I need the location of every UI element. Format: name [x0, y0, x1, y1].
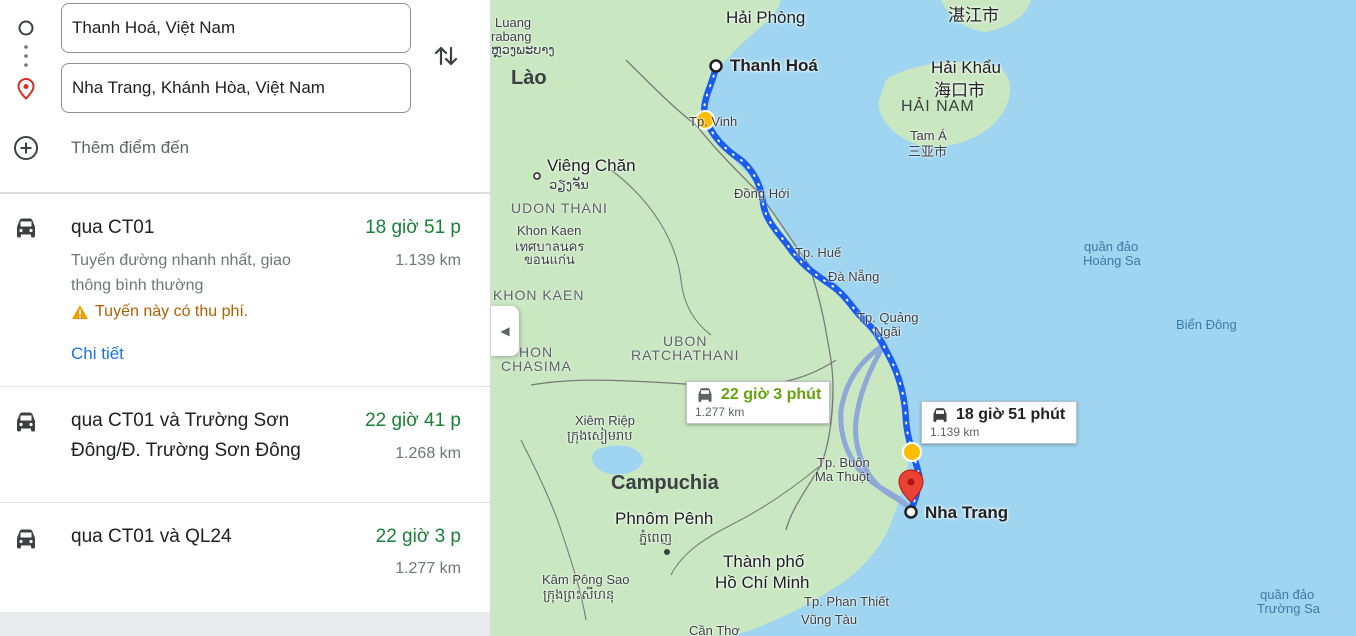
- route-time: 22 giờ 41 p: [365, 410, 461, 431]
- route-name: qua CT01 và Trường Sơn Đông/Đ. Trường Sơ…: [71, 410, 301, 461]
- map-label-siem-reap: Xiêm Riệp: [575, 413, 635, 428]
- map-label-sanya-cn: 三亚市: [908, 144, 948, 159]
- map-label-buon-ma-thuot: Ma Thuột: [815, 469, 870, 484]
- swap-directions-icon[interactable]: [432, 42, 460, 70]
- toll-warning: Tuyến này có thu phí.: [71, 303, 248, 321]
- map-label-ubon: RATCHATHANI: [631, 347, 740, 363]
- map-label-zhanjiang: 湛江市: [948, 6, 999, 25]
- add-destination-button[interactable]: Thêm điểm đến: [71, 138, 189, 158]
- map-label-vientiane-lao: ວຽງຈັນ: [549, 177, 589, 192]
- callout-distance: 1.277 km: [695, 405, 745, 419]
- map-label-hai-phong: Hải Phòng: [726, 8, 806, 27]
- car-icon: [698, 388, 712, 402]
- map-label-hcmc: Hồ Chí Minh: [715, 573, 810, 592]
- map-label-khon-kaen-thai: ขอนแก่น: [524, 252, 575, 267]
- map-label-quang-ngai: Tp. Quảng: [857, 310, 919, 325]
- map-label-phnom-penh-khmer: ភ្នំពេញ: [639, 530, 673, 545]
- route-callout-fastest[interactable]: 18 giờ 51 phút 1.139 km: [921, 401, 1077, 444]
- map-label-can-tho: Cần Thơ: [689, 623, 740, 636]
- route-option-2[interactable]: qua CT01 và Trường Sơn Đông/Đ. Trường Sơ…: [0, 387, 490, 502]
- car-icon: [17, 218, 35, 238]
- panel-footer: [0, 612, 490, 636]
- chevron-left-icon: ◀: [500, 324, 510, 338]
- route-option-3[interactable]: qua CT01 và QL24 22 giờ 3 p 1.277 km: [0, 503, 490, 612]
- route-name: qua CT01: [71, 217, 155, 238]
- route-dots-icon: [24, 45, 28, 67]
- map-canvas[interactable]: Luang rabang ຫຼວງພະບາງ Hải Phòng Lào Tha…: [491, 0, 1356, 636]
- route-time: 22 giờ 3 p: [375, 526, 461, 547]
- map-label-nha-trang: Nha Trang: [925, 503, 1009, 522]
- map-label-udon-thani: UDON THANI: [511, 200, 608, 216]
- map-label-kampong-saom: Kâm Pông Sao: [542, 572, 630, 587]
- callout-distance: 1.139 km: [930, 425, 980, 439]
- directions-panel: Thanh Hoá, Việt Nam Nha Trang, Khánh Hòa…: [0, 0, 491, 636]
- route-option-1[interactable]: qua CT01 18 giờ 51 p 1.139 km Tuyến đườn…: [0, 194, 490, 386]
- map-label-khon-kaen-region: KHON KAEN: [493, 287, 585, 303]
- route-details-link[interactable]: Chi tiết: [71, 344, 124, 364]
- route-time: 18 giờ 51 p: [365, 217, 461, 238]
- route-distance: 1.277 km: [395, 560, 461, 577]
- add-destination-icon[interactable]: [13, 135, 39, 161]
- map-label-vientiane: Viêng Chăn: [547, 156, 636, 175]
- route-name: qua CT01 và QL24: [71, 526, 232, 547]
- map-label-siem-reap-khmer: ក្រុងសៀមរាប: [567, 428, 633, 443]
- route-distance: 1.268 km: [395, 445, 461, 462]
- car-icon: [17, 529, 35, 549]
- callout-time: 18 giờ 51 phút: [956, 406, 1066, 423]
- map-label-vinh: Tp. Vinh: [689, 114, 738, 129]
- origin-input-value: Thanh Hoá, Việt Nam: [72, 18, 236, 37]
- car-icon: [17, 412, 35, 432]
- origin-circle-icon: [18, 20, 34, 36]
- map-label-hue: Tp. Huế: [795, 245, 842, 260]
- map-label-spratly: Trường Sa: [1257, 601, 1320, 616]
- map-label-hainan: HẢI NAM: [901, 98, 975, 115]
- map-label-laos: Lào: [511, 67, 547, 89]
- map-label-phan-thiet: Tp. Phan Thiết: [804, 594, 890, 609]
- map-label-luang: Luang: [495, 15, 532, 30]
- map-label-east-sea: Biển Đông: [1176, 317, 1237, 332]
- route-description: Tuyến đường nhanh nhất, giao thông bình …: [71, 252, 291, 294]
- origin-input[interactable]: Thanh Hoá, Việt Nam: [61, 3, 411, 53]
- map-label-nakhon: CHASIMA: [501, 358, 572, 374]
- destination-pin-icon: [17, 78, 35, 100]
- map-label-kampong-saom-khmer: ក្រុងព្រះសីហនុ: [543, 587, 615, 602]
- car-icon: [933, 408, 947, 422]
- map-label-paracel: quần đảo: [1084, 239, 1139, 254]
- warning-icon: [72, 305, 88, 319]
- destination-input[interactable]: Nha Trang, Khánh Hòa, Việt Nam: [61, 63, 411, 113]
- map-label-dong-hoi: Đồng Hới: [734, 186, 790, 201]
- map-label-spratly: quần đảo: [1260, 587, 1315, 602]
- map-label-vung-tau: Vũng Tàu: [801, 612, 858, 627]
- map-label-buon-ma-thuot: Tp. Buôn: [817, 455, 870, 470]
- collapse-panel-button[interactable]: ◀: [491, 306, 519, 356]
- map-label-thanh-hoa: Thanh Hoá: [730, 56, 818, 75]
- route-callout-alt[interactable]: 22 giờ 3 phút 1.277 km: [686, 381, 831, 424]
- map-label-cambodia: Campuchia: [611, 472, 719, 494]
- map-label-phnom-penh: Phnôm Pênh: [615, 509, 714, 528]
- map-label-quang-ngai: Ngãi: [874, 324, 901, 339]
- route-distance: 1.139 km: [395, 252, 461, 269]
- map-label-paracel: Hoàng Sa: [1083, 253, 1141, 268]
- map-label-hcmc: Thành phố: [723, 552, 805, 571]
- callout-time: 22 giờ 3 phút: [721, 386, 822, 403]
- map-label-haikou: Hải Khẩu: [931, 58, 1001, 77]
- map-label-da-nang: Đà Nẵng: [828, 269, 880, 284]
- map-label-luang: ຫຼວງພະບາງ: [491, 42, 555, 57]
- toll-warning-text: Tuyến này có thu phí.: [95, 303, 249, 320]
- destination-input-value: Nha Trang, Khánh Hòa, Việt Nam: [72, 78, 325, 97]
